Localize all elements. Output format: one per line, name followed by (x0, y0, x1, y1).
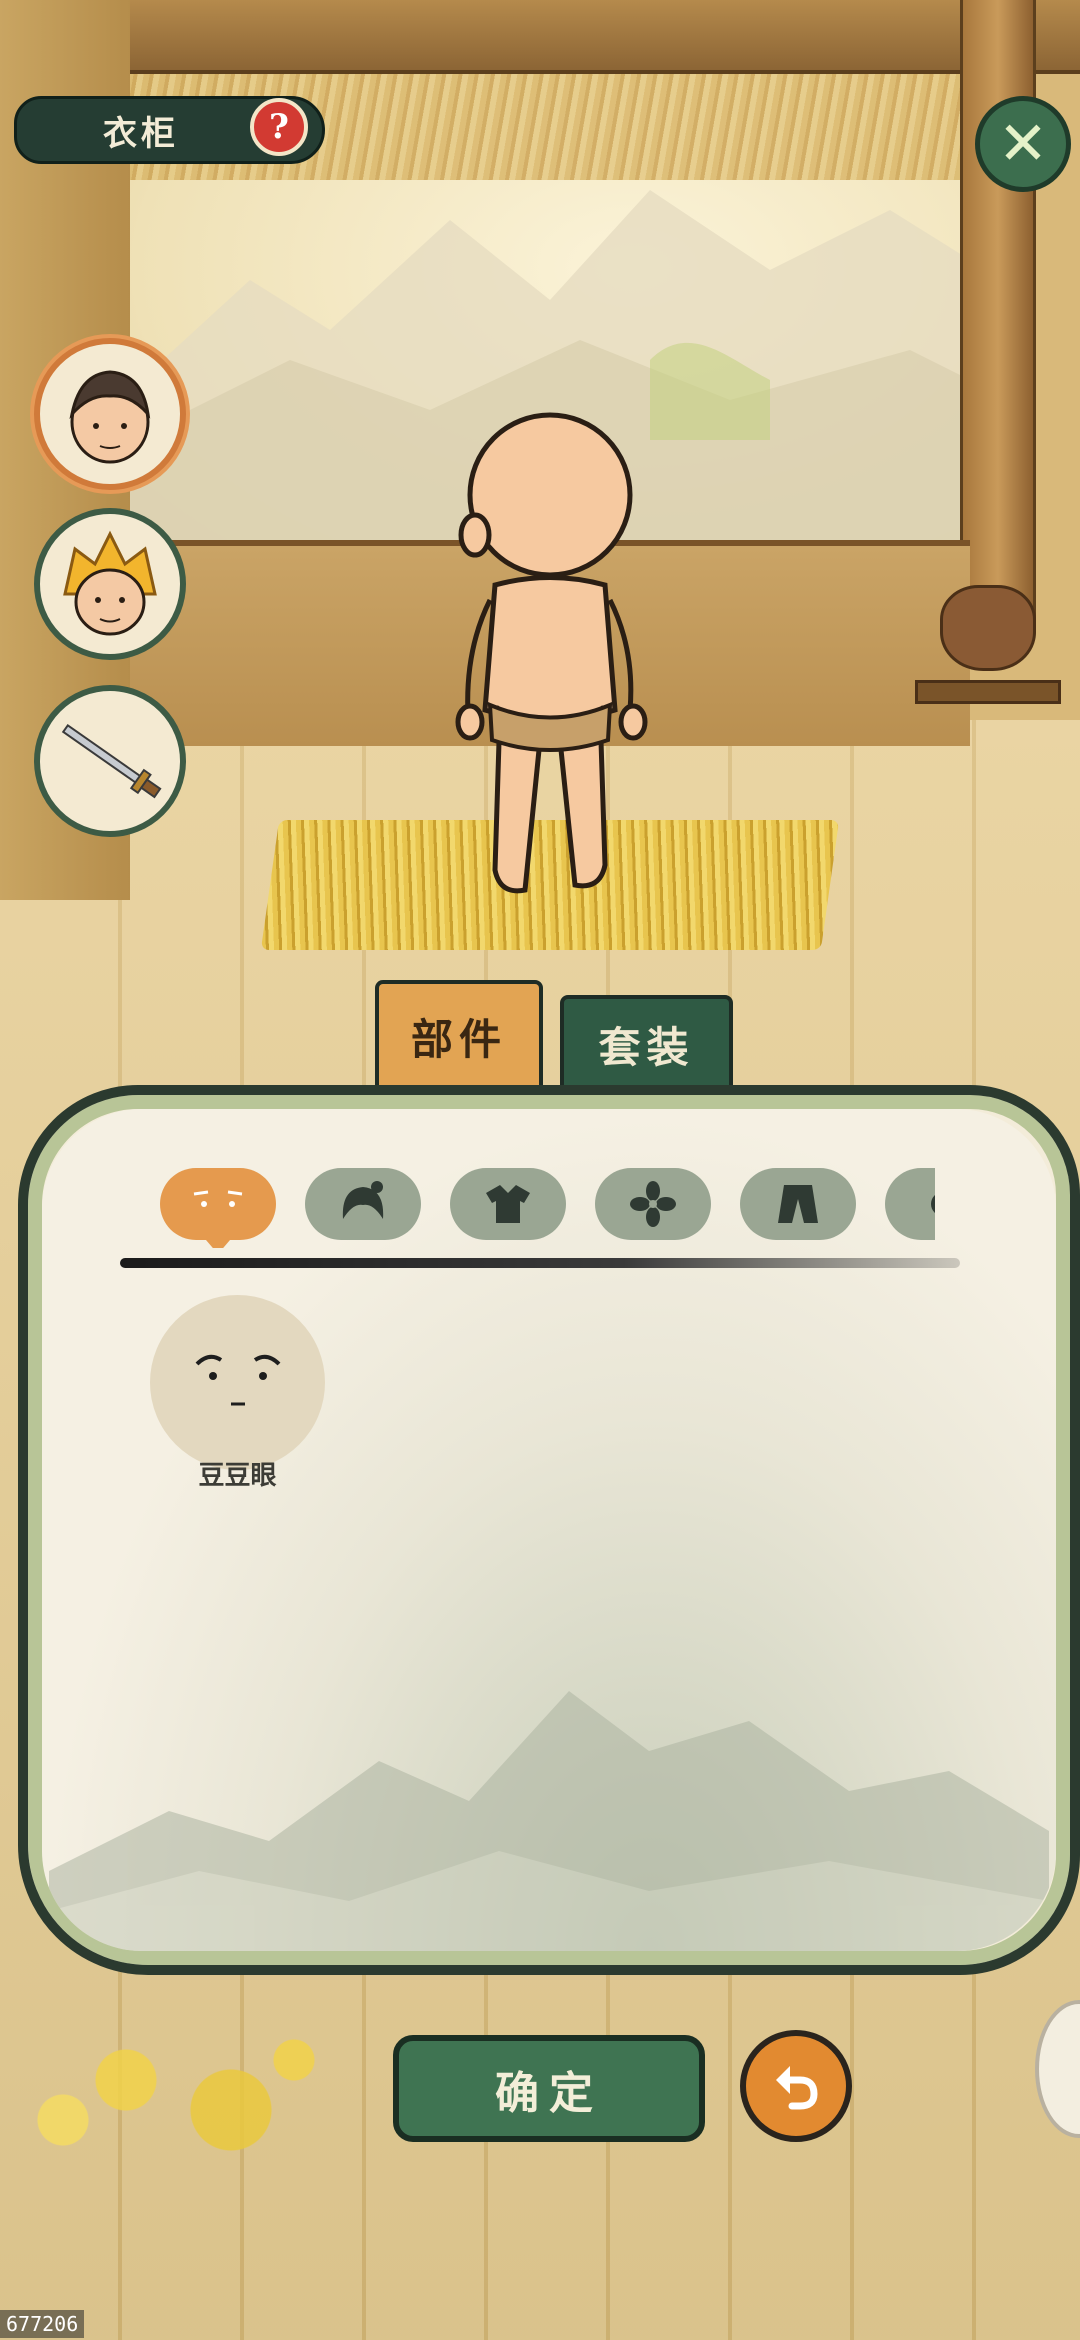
watermark: 677206 (0, 2310, 85, 2338)
pants-icon (778, 1185, 818, 1223)
sword-icon (61, 723, 162, 799)
close-icon: ✕ (997, 109, 1049, 179)
more-category-icon (931, 1195, 935, 1213)
right-pillar (960, 0, 1036, 620)
fallen-leaves (0, 2000, 420, 2200)
category-pants[interactable] (740, 1168, 856, 1240)
flower-accessory-icon (630, 1181, 676, 1227)
item-label: 豆豆眼 (198, 1461, 277, 1491)
hair-icon (342, 1181, 384, 1219)
roof-beam (0, 0, 1080, 74)
side-tab-weapon[interactable] (34, 685, 186, 837)
category-bar (140, 1168, 935, 1248)
tab-parts[interactable]: 部件 (375, 980, 543, 1089)
undo-button[interactable] (740, 2030, 852, 2142)
confirm-button[interactable]: 确定 (393, 2035, 705, 2142)
bean-eyes-face-icon (195, 1354, 280, 1405)
category-face[interactable] (160, 1168, 276, 1248)
item-bean-eyes[interactable] (150, 1295, 325, 1470)
clothes-icon (486, 1185, 530, 1223)
undo-arrow-icon (776, 2066, 818, 2110)
side-tab-monkey-king[interactable] (34, 508, 186, 660)
category-clothes[interactable] (450, 1168, 566, 1240)
monkey-king-portrait-icon (63, 530, 157, 636)
character-preview (455, 412, 648, 894)
clay-pot (940, 585, 1036, 671)
help-button[interactable]: ? (250, 98, 308, 156)
tab-suits[interactable]: 套装 (560, 995, 733, 1089)
side-tab-male-character[interactable] (34, 338, 186, 490)
boy-portrait-icon (69, 370, 151, 464)
misty-mountains (49, 1691, 1049, 1951)
tab-parts-label: 部件 (410, 1015, 507, 1064)
page-title: 衣柜 (103, 113, 179, 154)
stool (915, 680, 1061, 704)
brush-divider (120, 1258, 960, 1268)
category-hair[interactable] (305, 1168, 421, 1240)
category-accessory[interactable] (595, 1168, 711, 1240)
question-icon: ? (269, 107, 289, 147)
tab-suits-label: 套装 (598, 1022, 695, 1072)
category-more[interactable] (885, 1168, 935, 1240)
close-button[interactable]: ✕ (975, 96, 1071, 192)
face-eyes-icon (193, 1190, 243, 1207)
